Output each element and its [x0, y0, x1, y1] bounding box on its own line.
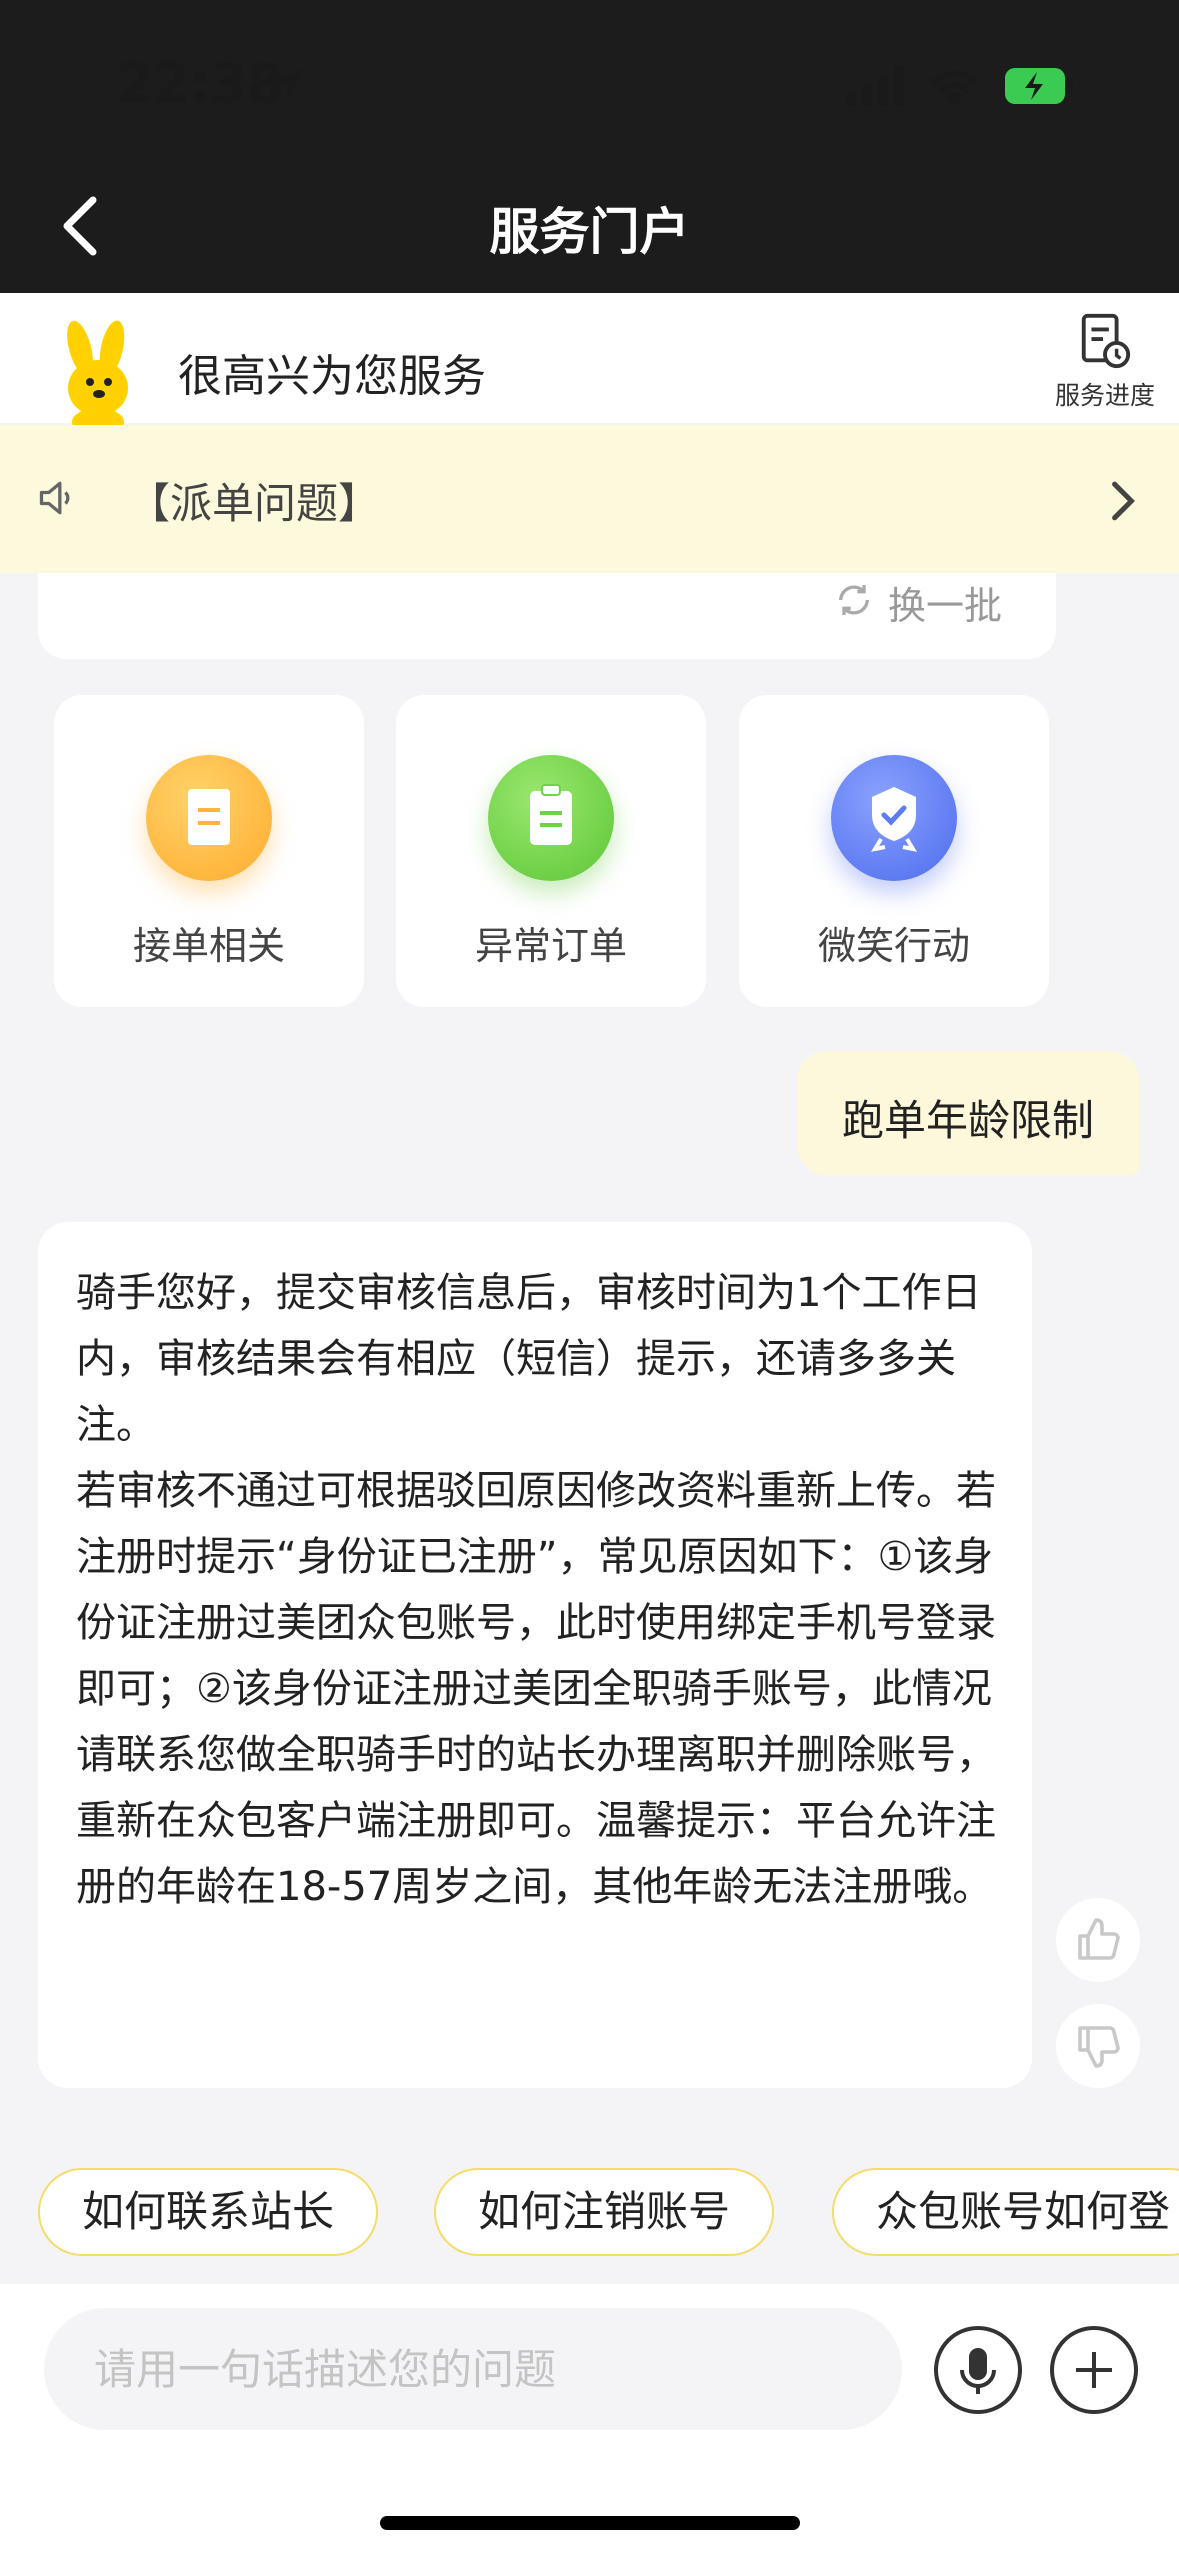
user-message-text: 跑单年龄限制 — [841, 1096, 1094, 1145]
speaker-icon — [39, 481, 70, 515]
mascot-kangaroo-icon — [67, 320, 128, 426]
category-card-accept-orders[interactable]: 接单相关 — [54, 695, 364, 1007]
question-input[interactable] — [44, 2308, 902, 2430]
category-card-smile-action[interactable]: 微笑行动 — [739, 695, 1049, 1007]
add-attachment-button[interactable] — [1050, 2326, 1138, 2414]
thumbs-up-button[interactable] — [1056, 1898, 1140, 1982]
status-bar: 22:38 — [0, 0, 1179, 175]
badge-icon — [831, 755, 957, 881]
suggestion-chip[interactable]: 如何联系站长 — [38, 2168, 379, 2256]
category-label: 异常订单 — [474, 924, 627, 968]
bot-answer-paragraph: 骑手您好，提交审核信息后，审核时间为1个工作日内，审核结果会有相应（短信）提示，… — [76, 1270, 982, 1448]
thumbs-up-icon — [1078, 1918, 1120, 1960]
refresh-icon[interactable] — [834, 580, 874, 620]
thumbs-down-button[interactable] — [1056, 2004, 1140, 2088]
home-indicator[interactable] — [380, 2516, 800, 2530]
thumbs-down-icon — [1078, 2026, 1120, 2068]
chevron-right-icon[interactable] — [1108, 480, 1138, 522]
refresh-button[interactable]: 换一批 — [888, 575, 1002, 630]
cellular-signal-icon — [846, 66, 904, 106]
category-label: 接单相关 — [132, 924, 285, 968]
wifi-icon — [930, 70, 980, 106]
clipboard-icon — [488, 755, 614, 881]
category-card-abnormal-orders[interactable]: 异常订单 — [396, 695, 706, 1007]
category-label: 微笑行动 — [817, 924, 970, 968]
service-progress-label: 服务进度 — [1054, 381, 1155, 410]
suggestion-chip[interactable]: 如何注销账号 — [434, 2168, 775, 2256]
location-arrow-icon — [273, 69, 303, 99]
suggestion-chip[interactable]: 众包账号如何登 — [832, 2168, 1179, 2256]
bot-answer-paragraph: 若审核不通过可根据驳回原因修改资料重新上传。若注册时提示“身份证已注册”，常见原… — [76, 1468, 996, 1910]
voice-input-button[interactable] — [934, 2326, 1022, 2414]
battery-icon — [1005, 68, 1073, 104]
user-message-bubble: 跑单年龄限制 — [797, 1051, 1139, 1175]
plus-icon — [1076, 2352, 1112, 2388]
top-bar: 22:38 服务门户 — [0, 0, 1179, 293]
bot-answer-bubble: 骑手您好，提交审核信息后，审核时间为1个工作日内，审核结果会有相应（短信）提示，… — [38, 1222, 1032, 2088]
welcome-text: 很高兴为您服务 — [178, 351, 486, 402]
status-time: 22:38 — [116, 52, 284, 115]
service-progress-button[interactable]: 服务进度 — [1040, 312, 1170, 412]
page-title: 服务门户 — [489, 203, 690, 261]
microphone-icon — [960, 2348, 996, 2394]
welcome-header — [0, 293, 1179, 423]
receipt-icon — [146, 755, 272, 881]
notice-text: 【派单问题】 — [128, 479, 381, 528]
service-progress-icon — [1081, 313, 1131, 369]
